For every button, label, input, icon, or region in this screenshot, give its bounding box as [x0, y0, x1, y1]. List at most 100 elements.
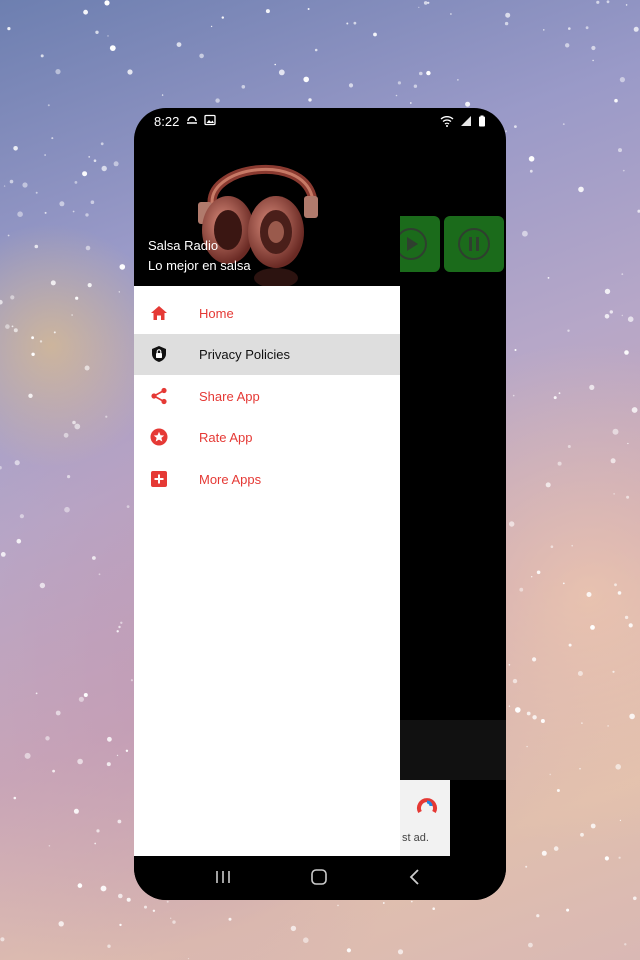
sparkle [590, 823, 596, 829]
sparkle [48, 845, 51, 847]
share-icon [151, 387, 167, 405]
sparkle [93, 159, 97, 162]
sparkle [117, 819, 122, 824]
sparkle [92, 556, 96, 560]
sparkle [621, 314, 623, 317]
sparkle [526, 711, 531, 716]
sparkle [580, 832, 584, 837]
sparkle [109, 45, 116, 51]
sparkle [397, 949, 404, 955]
menu-item-privacy-policies[interactable]: Privacy Policies [134, 334, 400, 375]
sparkle [241, 85, 246, 89]
ad-banner[interactable] [400, 780, 450, 856]
star-icon [150, 428, 168, 446]
sparkle [528, 942, 533, 948]
sparkle [541, 850, 547, 856]
sparkle [16, 538, 22, 544]
sparkle [77, 883, 83, 888]
sparkle [618, 148, 622, 153]
status-notification-icons [186, 114, 216, 126]
sparkle [104, 0, 110, 6]
sparkle [585, 26, 589, 30]
sparkle [50, 280, 56, 286]
sparkle [34, 244, 39, 249]
sparkle [633, 26, 639, 32]
sparkle [504, 21, 509, 26]
sparkle [589, 384, 595, 390]
sparkle [610, 458, 616, 464]
pause-button[interactable] [444, 216, 504, 272]
sparkle [622, 169, 625, 172]
sparkle [613, 493, 615, 495]
sparkle [72, 210, 75, 213]
sparkle [31, 352, 35, 356]
sparkle [566, 908, 570, 912]
sparkle [590, 625, 595, 630]
menu-item-more-apps[interactable]: More Apps [134, 459, 400, 500]
sparkle [543, 29, 545, 31]
sparkle [346, 948, 351, 953]
plus-box-icon [151, 471, 167, 487]
sparkle [418, 6, 420, 8]
sparkle [432, 907, 436, 910]
menu-item-home[interactable]: Home [134, 293, 400, 334]
sparkle [348, 83, 354, 88]
sparkle [88, 156, 91, 158]
sparkle [604, 288, 611, 295]
sparkle [612, 670, 615, 673]
sparkle [346, 22, 349, 25]
sparkle [568, 643, 572, 647]
sparkle [125, 749, 129, 752]
drawer-menu: Home Privacy Policies Share App Rate App… [134, 286, 400, 856]
home-icon [151, 306, 167, 320]
sparkle [82, 171, 88, 177]
sparkle [617, 591, 622, 595]
status-bar: 8:22 [134, 108, 506, 140]
sparkle [116, 754, 119, 757]
sparkle [119, 923, 122, 927]
sparkle [95, 30, 99, 34]
sparkle [39, 340, 43, 343]
sparkle [83, 9, 88, 15]
ad-banner-background [400, 720, 506, 780]
sparkle [514, 349, 517, 351]
sparkle [14, 460, 20, 466]
sparkle [106, 762, 111, 767]
sparkle [609, 310, 613, 314]
sparkle [176, 42, 182, 47]
sparkle [118, 893, 123, 899]
phone-frame: 8:22 st ad. Salsa Radio Lo mejor en sals… [134, 108, 506, 900]
menu-item-rate-app[interactable]: Rate App [134, 417, 400, 458]
sparkle [72, 420, 76, 425]
recent-apps-button[interactable] [214, 868, 232, 886]
sparkle [629, 713, 635, 720]
sparkle [84, 365, 90, 371]
sparkle [75, 296, 79, 300]
sparkle [578, 186, 584, 193]
sparkle [581, 722, 583, 724]
sparkle [120, 621, 123, 624]
sparkle [509, 521, 515, 527]
home-button[interactable] [310, 868, 328, 886]
sparkle [74, 181, 78, 184]
sparkle [532, 715, 537, 720]
sparkle [5, 324, 10, 329]
sparkle [413, 84, 418, 88]
sparkle [290, 925, 297, 932]
sparkle [100, 142, 104, 146]
sparkle [547, 277, 550, 279]
sparkle [508, 705, 511, 707]
sparkle [98, 573, 101, 576]
sparkle [7, 234, 10, 237]
menu-item-share-app[interactable]: Share App [134, 376, 400, 417]
sparkle [522, 230, 528, 237]
sparkle [536, 914, 540, 918]
sparkle [13, 796, 17, 800]
sparkle [7, 27, 11, 31]
back-button[interactable] [406, 868, 424, 886]
ad-choices-icon[interactable] [416, 794, 438, 816]
sparkle [631, 407, 638, 413]
shield-lock-icon [152, 346, 166, 362]
sparkle [395, 94, 398, 97]
sparkle [24, 752, 31, 759]
